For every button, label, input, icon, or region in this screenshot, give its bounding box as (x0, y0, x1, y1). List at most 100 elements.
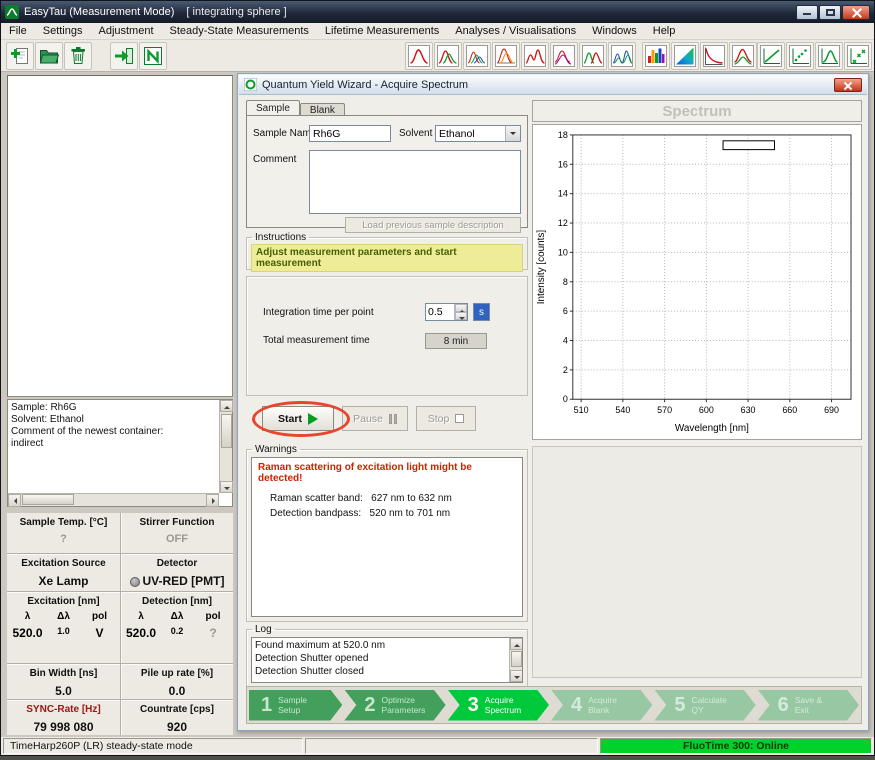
spectra-triple-icon[interactable] (608, 42, 636, 70)
sample-blank-tabs: Sample Blank (246, 100, 345, 116)
integration-unit-select[interactable]: s (473, 303, 490, 321)
wizard-close-button[interactable] (834, 78, 862, 92)
delete-icon[interactable] (64, 42, 92, 70)
maximize-button[interactable] (819, 5, 841, 20)
solvent-select[interactable]: Ethanol (435, 125, 521, 142)
svg-text:660: 660 (782, 405, 797, 415)
sample-name-input[interactable] (309, 125, 391, 142)
sample-temp-label: Sample Temp. [°C] (7, 517, 120, 528)
pileup-value: 0.0 (121, 684, 233, 698)
svg-text:600: 600 (699, 405, 714, 415)
scroll-down-icon[interactable] (510, 670, 523, 682)
scroll-down-icon[interactable] (220, 481, 233, 493)
lambda-header: λ (123, 611, 159, 622)
spectrum-red-icon[interactable] (405, 42, 433, 70)
stop-icon (455, 414, 464, 423)
wizard-form-column: Sample Blank Sample Name Solvent Ethanol… (246, 100, 528, 760)
sample-info-line: Sample: Rh6G (11, 402, 216, 414)
wizard-titlebar[interactable]: Quantum Yield Wizard - Acquire Spectrum (239, 75, 867, 95)
application-window: EasyTau (Measurement Mode) [ integrating… (0, 0, 875, 756)
scatter-plot-icon[interactable] (786, 42, 814, 70)
wizard-step-5-calculate-qy[interactable]: 5CalculateQY (654, 690, 755, 721)
wizard-steps: 1SampleSetup2OptimizeParameters3AcquireS… (246, 686, 862, 724)
open-icon[interactable] (35, 42, 63, 70)
svg-text:Wavelength [nm]: Wavelength [nm] (675, 423, 749, 434)
results-empty-panel (532, 446, 862, 678)
fit-plot-icon[interactable] (815, 42, 843, 70)
play-icon (308, 413, 318, 425)
detach-icon[interactable] (139, 42, 167, 70)
sync-rate-label: SYNC-Rate [Hz] (7, 704, 120, 715)
wizard-step-1-sample-setup[interactable]: 1SampleSetup (249, 690, 342, 721)
menu-settings[interactable]: Settings (35, 24, 91, 38)
wizard-step-3-acquire-spectrum[interactable]: 3AcquireSpectrum (448, 690, 549, 721)
scroll-left-icon[interactable] (8, 494, 21, 507)
menu-windows[interactable]: Windows (584, 24, 645, 38)
wizard-step-4-acquire-blank[interactable]: 4AcquireBlank (551, 690, 652, 721)
wizard-step-2-optimize-parameters[interactable]: 2OptimizeParameters (344, 690, 445, 721)
svg-text:6: 6 (563, 306, 568, 316)
spectra-pair-icon[interactable] (579, 42, 607, 70)
device-status-text: TimeHarp260P (LR) steady-state mode (3, 738, 303, 754)
wizard-step-6-save-exit[interactable]: 6Save &Exit (758, 690, 859, 721)
container-listbox[interactable] (7, 75, 233, 397)
warning-detail-line: Detection bandpass: 520 nm to 701 nm (258, 506, 516, 521)
sample-info-vscrollbar[interactable] (219, 400, 232, 493)
scroll-up-icon[interactable] (510, 638, 523, 650)
spectra-overlay-icon[interactable] (492, 42, 520, 70)
scroll-right-icon[interactable] (206, 494, 219, 507)
spectra-multi-icon[interactable] (463, 42, 491, 70)
comment-textarea[interactable] (309, 150, 521, 214)
sample-info-line: indirect (11, 438, 216, 450)
menu-help[interactable]: Help (645, 24, 684, 38)
new-measurement-icon[interactable] (6, 42, 34, 70)
stop-button[interactable]: Stop (416, 406, 476, 431)
scroll-thumb[interactable] (221, 414, 232, 448)
log-vscrollbar[interactable] (509, 638, 522, 682)
pause-button[interactable]: Pause (342, 406, 408, 431)
load-previous-sample-button[interactable]: Load previous sample description (345, 217, 521, 233)
countrate-label: Countrate [cps] (121, 704, 233, 715)
marker-plot-icon[interactable] (844, 42, 872, 70)
spin-down-icon[interactable] (455, 312, 467, 320)
integration-time-spinbox[interactable] (425, 303, 468, 321)
scroll-thumb[interactable] (511, 651, 522, 667)
spin-up-icon[interactable] (455, 304, 467, 312)
spectra-red-green-icon[interactable] (434, 42, 462, 70)
wizard-title: Quantum Yield Wizard - Acquire Spectrum (262, 79, 468, 91)
histogram-icon[interactable] (642, 42, 670, 70)
chevron-down-icon[interactable] (505, 126, 520, 141)
detection-dlambda-value: 0.2 (159, 626, 195, 640)
tab-sample[interactable]: Sample (246, 100, 300, 116)
stirrer-value: OFF (121, 533, 233, 545)
minimize-button[interactable] (796, 5, 818, 20)
pol-header: pol (82, 611, 118, 622)
detector-led-icon (130, 577, 140, 587)
kinetics-icon[interactable] (700, 42, 728, 70)
scroll-up-icon[interactable] (220, 400, 233, 412)
detection-label: Detection [nm] (121, 596, 233, 607)
menu-adjustment[interactable]: Adjustment (90, 24, 161, 38)
gradient-map-icon[interactable] (671, 42, 699, 70)
export-icon[interactable] (110, 42, 138, 70)
menu-lifetime-measurements[interactable]: Lifetime Measurements (317, 24, 447, 38)
pause-icon (389, 414, 397, 424)
start-button[interactable]: Start (262, 406, 334, 431)
linear-plot-icon[interactable] (757, 42, 785, 70)
spectra-stack-icon[interactable] (550, 42, 578, 70)
sample-info-hscrollbar[interactable] (8, 493, 219, 506)
svg-text:690: 690 (824, 405, 839, 415)
total-time-value: 8 min (425, 333, 487, 349)
menu-analyses-visualisations[interactable]: Analyses / Visualisations (447, 24, 584, 38)
integration-time-label: Integration time per point (263, 307, 374, 318)
menu-file[interactable]: File (1, 24, 35, 38)
close-button[interactable] (842, 5, 870, 20)
spectrum-peaks-icon[interactable] (521, 42, 549, 70)
integration-time-input[interactable] (426, 304, 454, 320)
svg-text:0: 0 (563, 394, 568, 404)
sample-temp-value: ? (7, 533, 120, 545)
scroll-thumb[interactable] (22, 494, 74, 505)
multi-trace-icon[interactable] (729, 42, 757, 70)
menu-steady-state-measurements[interactable]: Steady-State Measurements (162, 24, 317, 38)
log-line: Detection Shutter closed (255, 665, 507, 678)
